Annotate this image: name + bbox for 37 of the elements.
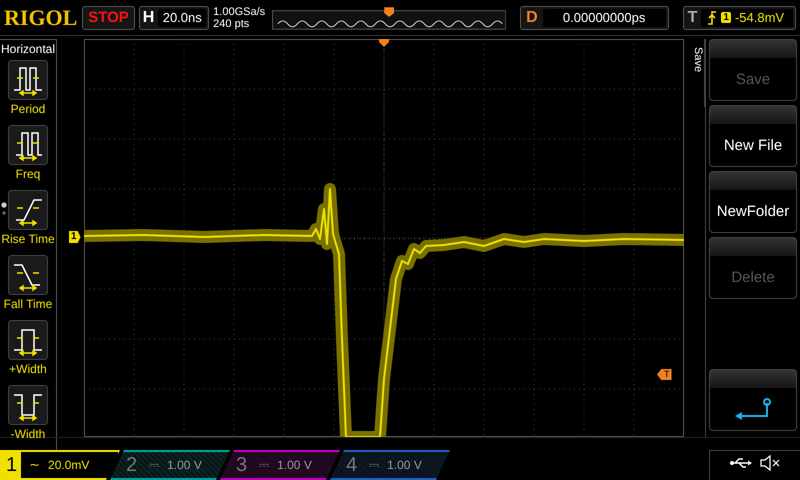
menu-tab[interactable]: Save <box>690 39 705 107</box>
channel-tab[interactable]: 3 ⎓ 1.00 V <box>220 450 340 480</box>
softkey-button[interactable]: New File <box>709 105 797 167</box>
channel-scale: 20.0mV <box>48 458 90 472</box>
delay-label: D <box>526 8 538 26</box>
channel-number: 3 <box>235 454 248 476</box>
measure-label: Fall Time <box>4 297 52 311</box>
channel-marker: 1 <box>69 231 81 243</box>
trigger-level: -54.8mV <box>734 10 784 25</box>
measure-label: +Width <box>9 362 47 376</box>
menu-title: Horizontal <box>0 41 56 58</box>
coupling-symbol: ⎓ <box>259 458 270 472</box>
trigger-label: T <box>688 8 698 26</box>
channel-number: 2 <box>125 454 138 476</box>
measure-label: Rise Time <box>1 232 55 246</box>
trigger-source: 1 <box>721 12 731 23</box>
coupling-symbol: ~ <box>29 458 40 472</box>
measure-label: Freq <box>16 167 40 181</box>
sample-rate: 1.00GSa/s <box>213 6 266 18</box>
memory-depth: 240 pts <box>213 18 250 30</box>
measure-label: -Width <box>10 427 46 441</box>
channel-number: 4 <box>345 454 358 476</box>
measure-label: Period <box>10 102 46 116</box>
channel-number: 1 <box>2 451 22 479</box>
brand-logo: RIGOL <box>4 4 78 30</box>
channel-scale: 1.00 V <box>167 458 202 472</box>
delay-value: 0.00000000ps <box>542 8 666 26</box>
coupling-symbol: ⎓ <box>369 458 380 472</box>
channel-tab[interactable]: 4 ⎓ 1.00 V <box>330 450 450 480</box>
timebase-value: 20.0ns <box>158 8 206 26</box>
channel-scale: 1.00 V <box>277 458 312 472</box>
softkey-button[interactable]: NewFolder <box>709 171 797 233</box>
channel-scale: 1.00 V <box>387 458 422 472</box>
coupling-symbol: ⎓ <box>149 458 160 472</box>
channel-tab[interactable]: 2 ⎓ 1.00 V <box>110 450 230 480</box>
run-state[interactable]: STOP <box>82 6 135 30</box>
timebase-label: H <box>142 8 154 26</box>
